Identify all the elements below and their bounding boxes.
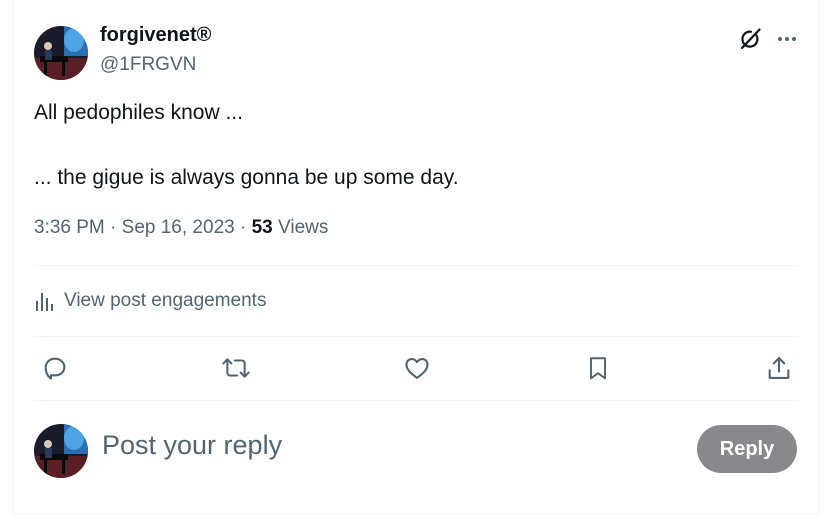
stats-icon <box>34 291 54 311</box>
divider <box>34 400 799 401</box>
view-engagements-link[interactable]: View post engagements <box>34 288 266 314</box>
post-text-line-1: All pedophiles know ... <box>34 101 243 124</box>
reply-input[interactable] <box>102 430 662 461</box>
repost-icon <box>222 358 250 378</box>
like-button[interactable] <box>401 352 433 384</box>
comment-button[interactable] <box>39 352 71 384</box>
heart-icon <box>405 357 429 379</box>
divider <box>34 336 799 337</box>
share-icon <box>768 357 790 379</box>
post-time[interactable]: 3:36 PM <box>34 217 105 238</box>
post-date[interactable]: Sep 16, 2023 <box>122 217 235 238</box>
comment-icon <box>44 357 66 380</box>
post-meta: 3:36 PM · Sep 16, 2023 · 53 Views <box>34 217 328 239</box>
more-icon[interactable] <box>774 28 800 50</box>
meta-separator: · <box>234 217 252 238</box>
user-avatar <box>34 424 88 478</box>
reply-button[interactable]: Reply <box>697 425 797 473</box>
grok-icon[interactable] <box>738 27 762 51</box>
author-handle[interactable]: @1FRGVN <box>100 54 196 76</box>
views-count: 53 <box>251 217 273 238</box>
views-label: Views <box>272 217 329 238</box>
share-button[interactable] <box>763 352 795 384</box>
view-engagements-label: View post engagements <box>64 290 267 311</box>
repost-button[interactable] <box>220 352 252 384</box>
meta-separator: · <box>104 217 122 238</box>
bookmark-button[interactable] <box>582 352 614 384</box>
bookmark-icon <box>589 357 607 380</box>
post-text-line-2: ... the gigue is always gonna be up some… <box>34 166 459 189</box>
author-display-name[interactable]: forgivenet® <box>100 24 211 47</box>
author-avatar[interactable] <box>34 26 88 80</box>
divider <box>34 265 799 266</box>
